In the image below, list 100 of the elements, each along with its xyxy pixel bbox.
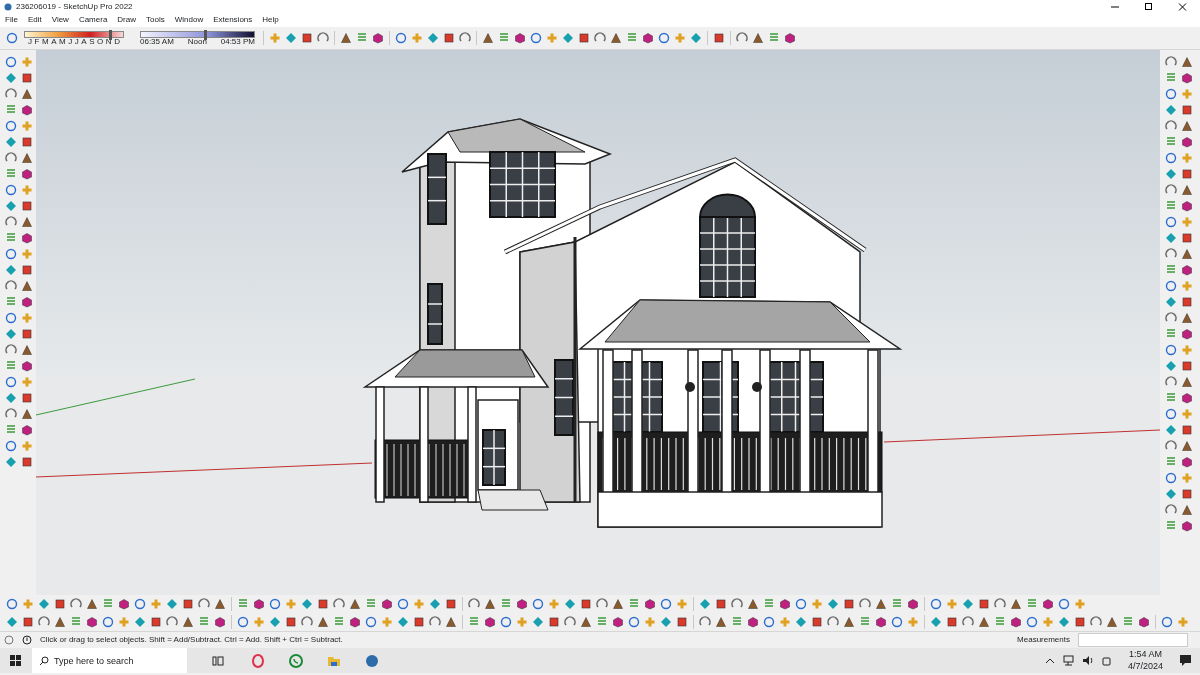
tool-icon[interactable] [747, 616, 759, 628]
tool-icon[interactable] [21, 232, 33, 244]
tool-icon[interactable] [962, 616, 974, 628]
tool-icon[interactable] [795, 598, 807, 610]
search-field[interactable]: Type here to search [32, 648, 187, 673]
tool-icon[interactable] [514, 32, 526, 44]
tool-icon[interactable] [859, 598, 871, 610]
tool-icon[interactable] [1161, 616, 1173, 628]
tool-icon[interactable] [779, 598, 791, 610]
tool-icon[interactable] [1090, 616, 1102, 628]
tool-icon[interactable] [1181, 392, 1193, 404]
tool-icon[interactable] [676, 616, 688, 628]
tool-icon[interactable] [516, 598, 528, 610]
tool-icon[interactable] [5, 184, 17, 196]
tool-icon[interactable] [1165, 312, 1177, 324]
time-slider[interactable] [140, 30, 255, 38]
app-icon[interactable] [365, 653, 379, 668]
menu-item[interactable]: Tools [141, 14, 170, 26]
tool-icon[interactable] [715, 616, 727, 628]
clock-date[interactable]: 4/7/2024 [1127, 660, 1163, 672]
tool-icon[interactable] [752, 32, 764, 44]
tool-icon[interactable] [1181, 168, 1193, 180]
tool-icon[interactable] [317, 32, 329, 44]
tool-icon[interactable] [5, 248, 17, 260]
tool-icon[interactable] [610, 32, 622, 44]
tool-icon[interactable] [198, 598, 210, 610]
tool-icon[interactable] [5, 440, 17, 452]
tool-icon[interactable] [1181, 456, 1193, 468]
tool-icon[interactable] [713, 32, 725, 44]
slider-thumb[interactable] [204, 29, 208, 40]
menu-item[interactable]: File [0, 14, 23, 26]
tool-icon[interactable] [214, 598, 226, 610]
tool-icon[interactable] [658, 32, 670, 44]
viewport-canvas[interactable] [36, 50, 1160, 595]
month-slider[interactable] [24, 30, 124, 38]
menu-item[interactable]: View [46, 14, 74, 26]
tool-icon[interactable] [21, 136, 33, 148]
tool-icon[interactable] [459, 32, 471, 44]
tool-icon[interactable] [333, 598, 345, 610]
tool-icon[interactable] [372, 32, 384, 44]
tool-icon[interactable] [340, 32, 352, 44]
tool-icon[interactable] [150, 616, 162, 628]
tool-icon[interactable] [1181, 248, 1193, 260]
tool-icon[interactable] [907, 598, 919, 610]
tool-icon[interactable] [5, 56, 17, 68]
tool-icon[interactable] [5, 344, 17, 356]
menu-item[interactable]: Extensions [208, 14, 258, 26]
tool-icon[interactable] [21, 424, 33, 436]
tool-icon[interactable] [21, 280, 33, 292]
tool-icon[interactable] [317, 598, 329, 610]
tool-icon[interactable] [731, 598, 743, 610]
tool-icon[interactable] [1165, 408, 1177, 420]
menu-item[interactable]: Draw [112, 14, 141, 26]
tool-icon[interactable] [1165, 152, 1177, 164]
tool-icon[interactable] [484, 598, 496, 610]
tool-icon[interactable] [580, 598, 592, 610]
tool-icon[interactable] [1042, 598, 1054, 610]
tool-icon[interactable] [253, 598, 265, 610]
tool-icon[interactable] [644, 598, 656, 610]
tool-icon[interactable] [1165, 248, 1177, 260]
tool-icon[interactable] [484, 616, 496, 628]
tool-icon[interactable] [578, 32, 590, 44]
tool-icon[interactable] [38, 616, 50, 628]
tool-icon[interactable] [1165, 120, 1177, 132]
tool-icon[interactable] [21, 152, 33, 164]
clock-time[interactable]: 1:54 AM [1128, 649, 1162, 661]
tool-icon[interactable] [445, 598, 457, 610]
tool-icon[interactable] [237, 616, 249, 628]
tool-icon[interactable] [1181, 488, 1193, 500]
tool-icon[interactable] [397, 598, 409, 610]
tool-icon[interactable] [21, 392, 33, 404]
tool-icon[interactable] [1181, 376, 1193, 388]
measurements-field[interactable] [1078, 633, 1188, 647]
tool-icon[interactable] [1181, 56, 1193, 68]
tool-icon[interactable] [1165, 280, 1177, 292]
task-view-icon[interactable] [211, 653, 225, 668]
tool-icon[interactable] [978, 598, 990, 610]
tool-icon[interactable] [395, 32, 407, 44]
tool-icon[interactable] [1026, 616, 1038, 628]
tool-icon[interactable] [594, 32, 606, 44]
start-icon[interactable] [10, 655, 21, 666]
tool-icon[interactable] [21, 328, 33, 340]
tool-icon[interactable] [21, 296, 33, 308]
tool-icon[interactable] [875, 598, 887, 610]
tool-icon[interactable] [548, 616, 560, 628]
tool-icon[interactable] [5, 376, 17, 388]
tool-icon[interactable] [285, 616, 297, 628]
tool-icon[interactable] [1181, 296, 1193, 308]
tool-icon[interactable] [1181, 520, 1193, 532]
tool-icon[interactable] [54, 616, 66, 628]
tool-icon[interactable] [5, 152, 17, 164]
notification-icon[interactable] [1179, 654, 1192, 667]
tool-icon[interactable] [5, 280, 17, 292]
tool-icon[interactable] [612, 598, 624, 610]
tool-icon[interactable] [365, 616, 377, 628]
tool-icon[interactable] [21, 344, 33, 356]
tool-icon[interactable] [54, 598, 66, 610]
tool-icon[interactable] [1165, 440, 1177, 452]
tool-icon[interactable] [482, 32, 494, 44]
tool-icon[interactable] [1165, 56, 1177, 68]
